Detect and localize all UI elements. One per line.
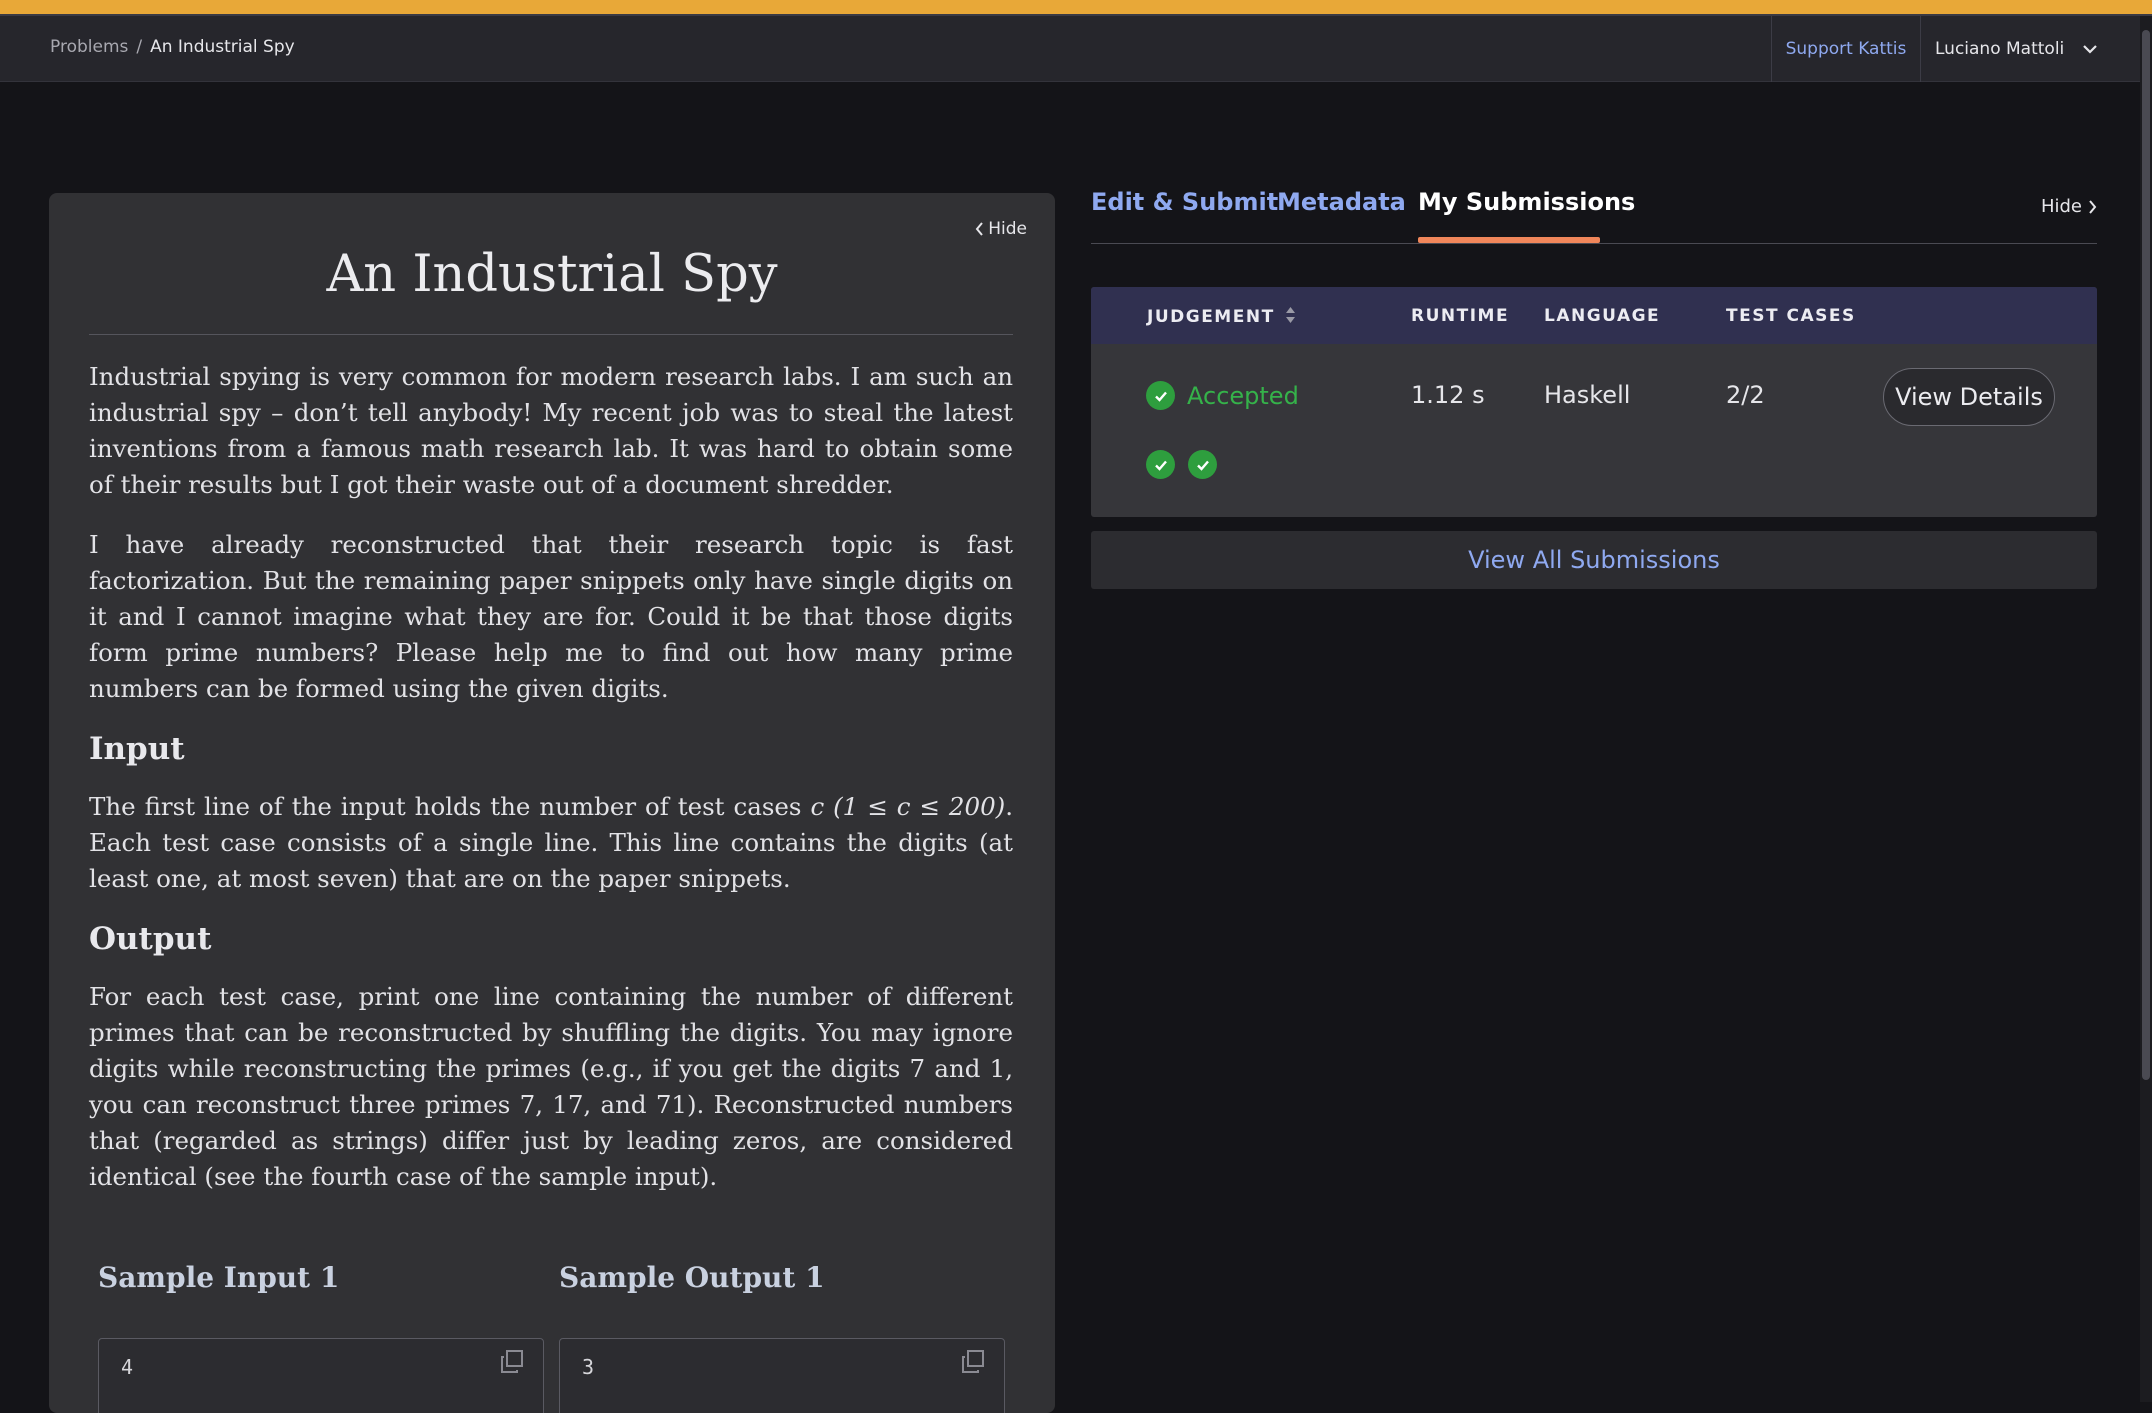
check-circle-icon (1188, 450, 1217, 479)
sample-input-value: 4 (121, 1355, 134, 1379)
test-cases-cell: 2/2 (1726, 381, 1765, 409)
intro-paragraph-1: Industrial spying is very common for mod… (89, 362, 1013, 499)
copy-icon[interactable] (499, 1349, 525, 1379)
support-kattis-link[interactable]: Support Kattis (1771, 16, 1921, 82)
copy-icon[interactable] (960, 1349, 986, 1379)
top-accent-bar (0, 0, 2152, 16)
test-cases-column-header: TEST CASES (1726, 306, 1856, 326)
submission-tabs: Edit & Submit Metadata My Submissions Hi… (1091, 188, 2097, 244)
problem-title: An Industrial Spy (326, 245, 778, 304)
user-name: Luciano Mattoli (1935, 39, 2065, 59)
chevron-down-icon (2083, 45, 2098, 54)
active-tab-underline (1418, 237, 1600, 243)
breadcrumb-current: An Industrial Spy (150, 37, 295, 57)
check-circle-icon (1146, 381, 1175, 410)
judgement-column-label: JUDGEMENT (1147, 307, 1275, 327)
sort-icon (1286, 307, 1296, 323)
language-cell: Haskell (1544, 381, 1631, 409)
chevron-left-icon (975, 222, 984, 236)
hide-problem-button[interactable]: Hide (975, 219, 1027, 239)
submissions-table: JUDGEMENT RUNTIME LANGUAGE TEST CASES Ac… (1091, 287, 2097, 517)
judgement-cell: Accepted (1146, 381, 1299, 410)
judgement-status: Accepted (1187, 381, 1299, 410)
breadcrumb-problems-link[interactable]: Problems (50, 37, 128, 57)
intro-paragraph-2: I have already reconstructed that their … (89, 530, 1013, 703)
hide-panel-button[interactable]: Hide (2041, 196, 2097, 217)
page-scrollbar-thumb[interactable] (2142, 30, 2150, 1080)
language-column-header: LANGUAGE (1544, 306, 1661, 326)
problem-statement: Industrial spying is very common for mod… (89, 359, 1013, 1219)
breadcrumb-separator: / (136, 37, 143, 57)
judgement-column-header[interactable]: JUDGEMENT (1147, 306, 1296, 327)
output-heading: Output (89, 921, 212, 957)
output-paragraph: For each test case, print one line conta… (89, 982, 1013, 1191)
input-paragraph: The first line of the input holds the nu… (89, 789, 1013, 897)
check-circle-icon (1146, 450, 1175, 479)
input-text-start: The first line of the input holds the nu… (89, 792, 811, 821)
chevron-right-icon (2089, 199, 2097, 214)
sample-input-heading: Sample Input 1 (98, 1261, 340, 1294)
hide-problem-label: Hide (988, 219, 1027, 239)
view-details-button[interactable]: View Details (1883, 368, 2055, 426)
breadcrumb: Problems / An Industrial Spy (50, 37, 295, 57)
top-header: Problems / An Industrial Spy Support Katti… (0, 16, 2140, 82)
tab-edit-submit[interactable]: Edit & Submit (1091, 188, 1278, 216)
input-math: c (1 ≤ c ≤ 200) (810, 792, 1006, 821)
runtime-cell: 1.12 s (1411, 381, 1485, 409)
submissions-table-header: JUDGEMENT RUNTIME LANGUAGE TEST CASES (1091, 287, 2097, 344)
sample-output-heading: Sample Output 1 (559, 1261, 825, 1294)
runtime-column-header: RUNTIME (1411, 306, 1510, 326)
view-all-submissions-button[interactable]: View All Submissions (1091, 531, 2097, 589)
test-case-results (1146, 450, 1217, 479)
hide-panel-label: Hide (2040, 196, 2082, 217)
tab-my-submissions[interactable]: My Submissions (1418, 188, 1635, 216)
problem-panel: Hide An Industrial Spy Industrial spying… (49, 193, 1055, 1413)
input-heading: Input (89, 731, 185, 767)
user-menu[interactable]: Luciano Mattoli (1921, 16, 2121, 82)
tab-metadata[interactable]: Metadata (1277, 188, 1406, 216)
title-divider (89, 334, 1013, 335)
sample-output-value: 3 (582, 1355, 595, 1379)
